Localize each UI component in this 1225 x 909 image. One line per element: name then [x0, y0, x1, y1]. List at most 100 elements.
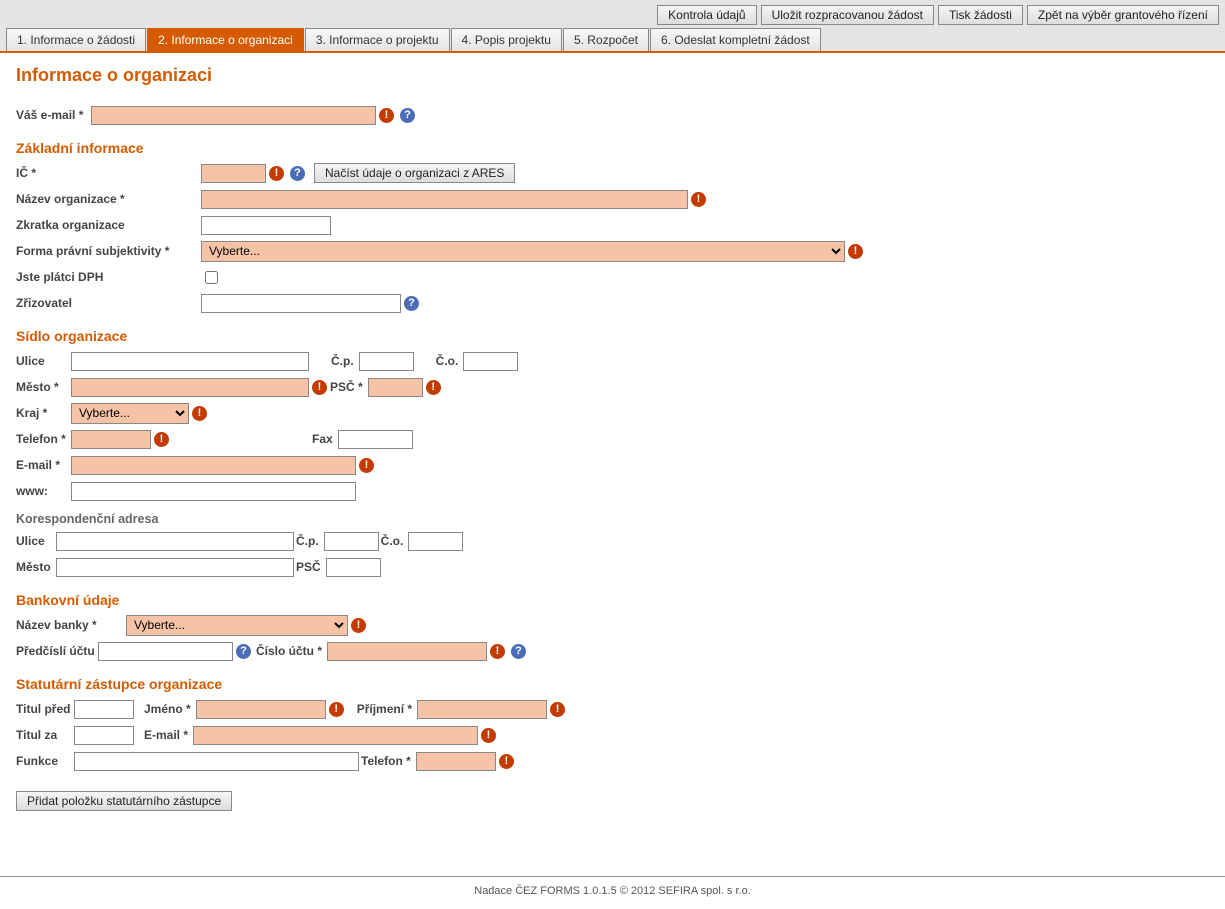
error-icon: !	[359, 458, 374, 473]
orgname-input[interactable]	[201, 190, 688, 209]
basic-heading: Základní informace	[16, 140, 1209, 156]
bankname-select[interactable]: Vyberte...	[126, 615, 348, 636]
help-icon[interactable]: ?	[290, 166, 305, 181]
error-icon: !	[379, 108, 394, 123]
titlebefore-input[interactable]	[74, 700, 134, 719]
seat-heading: Sídlo organizace	[16, 328, 1209, 344]
street-label: Ulice	[16, 354, 71, 368]
role-input[interactable]	[74, 752, 359, 771]
corr-psc-input[interactable]	[326, 558, 381, 577]
error-icon: !	[691, 192, 706, 207]
account-label: Číslo účtu *	[256, 644, 322, 658]
rep-phone-label: Telefon *	[361, 754, 411, 768]
titlebefore-label: Titul před	[16, 702, 74, 716]
error-icon: !	[848, 244, 863, 259]
help-icon[interactable]: ?	[511, 644, 526, 659]
role-label: Funkce	[16, 754, 74, 768]
account-input[interactable]	[327, 642, 487, 661]
error-icon: !	[426, 380, 441, 395]
psc-input[interactable]	[368, 378, 423, 397]
error-icon: !	[481, 728, 496, 743]
lastname-label: Příjmení *	[357, 702, 412, 716]
cp-input[interactable]	[359, 352, 414, 371]
rep-phone-input[interactable]	[416, 752, 496, 771]
save-draft-button[interactable]: Uložit rozpracovanou žádost	[761, 5, 934, 25]
prefix-input[interactable]	[98, 642, 233, 661]
error-icon: !	[154, 432, 169, 447]
tab-3[interactable]: 3. Informace o projektu	[305, 28, 450, 51]
corr-cp-label: Č.p.	[296, 534, 319, 548]
corr-heading: Korespondenční adresa	[16, 512, 1209, 526]
titleafter-label: Titul za	[16, 728, 74, 742]
fax-input[interactable]	[338, 430, 413, 449]
error-icon: !	[490, 644, 505, 659]
cp-label: Č.p.	[331, 354, 354, 368]
help-icon[interactable]: ?	[404, 296, 419, 311]
street-input[interactable]	[71, 352, 309, 371]
email-input[interactable]	[91, 106, 376, 125]
vat-checkbox[interactable]	[205, 271, 218, 284]
page-title: Informace o organizaci	[16, 65, 1209, 86]
lastname-input[interactable]	[417, 700, 547, 719]
check-button[interactable]: Kontrola údajů	[657, 5, 756, 25]
help-icon[interactable]: ?	[400, 108, 415, 123]
region-select[interactable]: Vyberte...	[71, 403, 189, 424]
print-button[interactable]: Tisk žádosti	[938, 5, 1023, 25]
phone-input[interactable]	[71, 430, 151, 449]
corr-city-label: Město	[16, 560, 56, 574]
error-icon: !	[192, 406, 207, 421]
orgabbrev-label: Zkratka organizace	[16, 218, 201, 232]
legalform-select[interactable]: Vyberte...	[201, 241, 845, 262]
orgabbrev-input[interactable]	[201, 216, 331, 235]
ic-input[interactable]	[201, 164, 266, 183]
firstname-label: Jméno *	[144, 702, 191, 716]
corr-psc-label: PSČ	[296, 560, 321, 574]
corr-co-input[interactable]	[408, 532, 463, 551]
founder-label: Zřizovatel	[16, 296, 201, 310]
tab-6[interactable]: 6. Odeslat kompletní žádost	[650, 28, 821, 51]
error-icon: !	[550, 702, 565, 717]
rep-heading: Statutární zástupce organizace	[16, 676, 1209, 692]
ic-label: IČ *	[16, 166, 201, 180]
vat-label: Jste plátci DPH	[16, 270, 201, 284]
seat-email-input[interactable]	[71, 456, 356, 475]
region-label: Kraj *	[16, 406, 71, 420]
legalform-label: Forma právní subjektivity *	[16, 244, 201, 258]
error-icon: !	[269, 166, 284, 181]
tab-4[interactable]: 4. Popis projektu	[451, 28, 562, 51]
rep-email-input[interactable]	[193, 726, 478, 745]
firstname-input[interactable]	[196, 700, 326, 719]
error-icon: !	[499, 754, 514, 769]
corr-street-label: Ulice	[16, 534, 56, 548]
help-icon[interactable]: ?	[236, 644, 251, 659]
error-icon: !	[312, 380, 327, 395]
psc-label: PSČ *	[330, 380, 363, 394]
www-input[interactable]	[71, 482, 356, 501]
fax-label: Fax	[312, 432, 333, 446]
corr-city-input[interactable]	[56, 558, 294, 577]
corr-street-input[interactable]	[56, 532, 294, 551]
titleafter-input[interactable]	[74, 726, 134, 745]
ares-load-button[interactable]: Načíst údaje o organizaci z ARES	[314, 163, 515, 183]
prefix-label: Předčíslí účtu	[16, 644, 98, 658]
orgname-label: Název organizace *	[16, 192, 201, 206]
tab-1[interactable]: 1. Informace o žádosti	[6, 28, 146, 51]
bank-heading: Bankovní údaje	[16, 592, 1209, 608]
www-label: www:	[16, 484, 71, 498]
bankname-label: Název banky *	[16, 618, 126, 632]
error-icon: !	[329, 702, 344, 717]
back-button[interactable]: Zpět na výběr grantového řízení	[1027, 5, 1219, 25]
tab-bar: 1. Informace o žádosti 2. Informace o or…	[6, 28, 1219, 51]
add-rep-button[interactable]: Přidat položku statutárního zástupce	[16, 791, 232, 811]
city-label: Město *	[16, 380, 71, 394]
rep-email-label: E-mail *	[144, 728, 188, 742]
co-label: Č.o.	[436, 354, 459, 368]
tab-5[interactable]: 5. Rozpočet	[563, 28, 649, 51]
founder-input[interactable]	[201, 294, 401, 313]
footer-text: Nadace ČEZ FORMS 1.0.1.5 © 2012 SEFIRA s…	[0, 876, 1225, 909]
corr-co-label: Č.o.	[381, 534, 404, 548]
city-input[interactable]	[71, 378, 309, 397]
tab-2[interactable]: 2. Informace o organizaci	[147, 28, 304, 51]
corr-cp-input[interactable]	[324, 532, 379, 551]
co-input[interactable]	[463, 352, 518, 371]
